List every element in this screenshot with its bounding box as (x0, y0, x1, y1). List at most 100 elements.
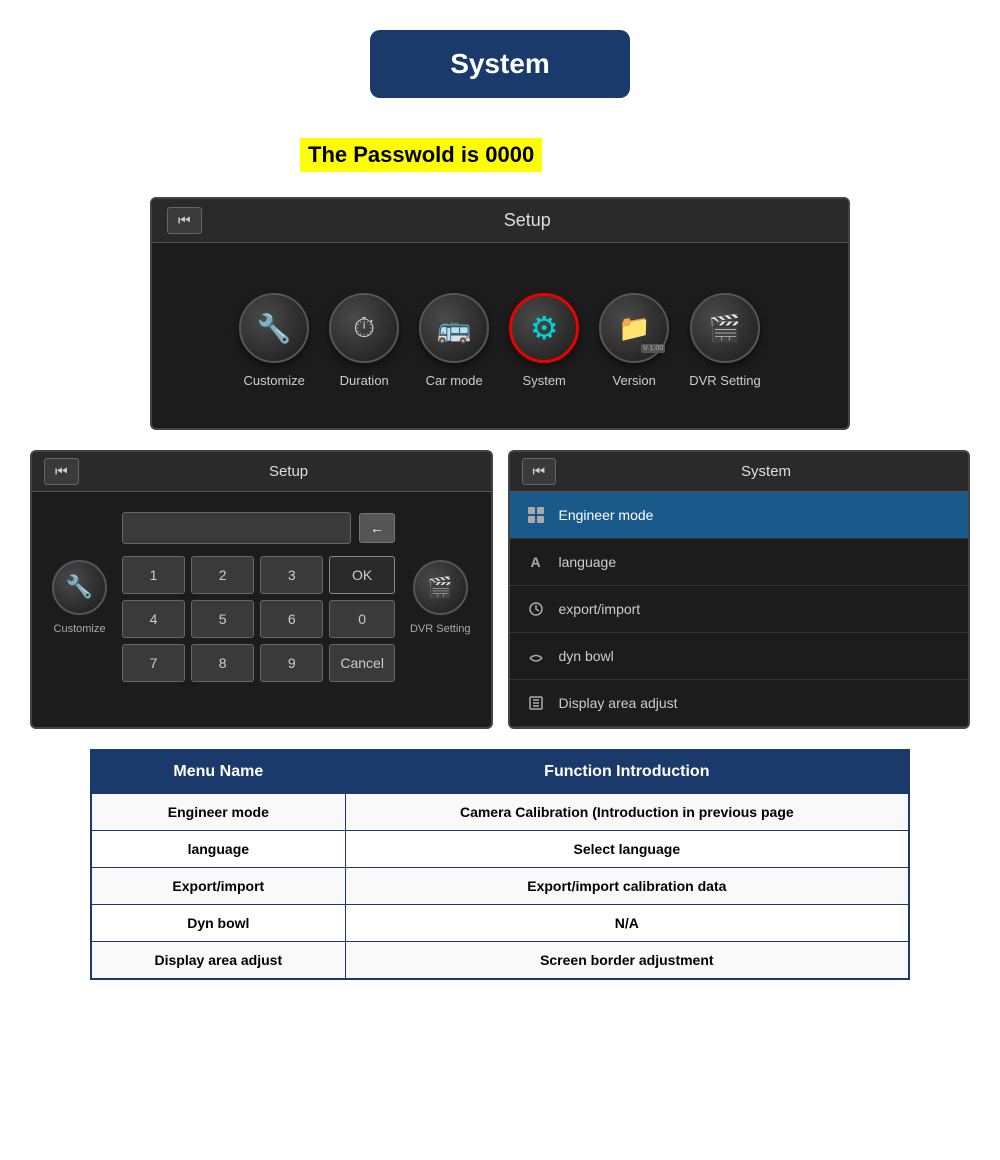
displayarea-label: Display area adjust (559, 695, 678, 711)
engineer-icon (525, 504, 547, 526)
num-4[interactable]: 4 (122, 600, 185, 638)
num-3[interactable]: 3 (260, 556, 323, 594)
version-icon-circle: V 1.00 (599, 293, 669, 363)
num-6[interactable]: 6 (260, 600, 323, 638)
dvr-icon-right: 🎬 DVR Setting (410, 560, 471, 635)
menu-item-language[interactable]: A language (510, 539, 969, 586)
col1-header: Menu Name (91, 750, 345, 794)
duration-icon (353, 312, 375, 345)
carmode-icon-circle (419, 293, 489, 363)
password-display: ← (122, 512, 395, 544)
icon-item-customize[interactable]: Customize (239, 293, 309, 388)
menu-item-engineer[interactable]: Engineer mode (510, 492, 969, 539)
table-row: Engineer modeCamera Calibration (Introdu… (91, 794, 909, 831)
customize-icon (257, 312, 292, 345)
cancel-button[interactable]: Cancel (329, 644, 395, 682)
system-label: System (523, 373, 566, 388)
table-cell-function: N/A (345, 905, 909, 942)
num-5[interactable]: 5 (191, 600, 254, 638)
setup-title-top: Setup (222, 210, 833, 231)
panel-right-title: System (576, 463, 956, 480)
displayarea-icon (525, 692, 547, 714)
password-note: The Passwold is 0000 (300, 138, 542, 172)
carmode-icon (437, 312, 472, 345)
num-8[interactable]: 8 (191, 644, 254, 682)
dvrsetting-icon-circle (690, 293, 760, 363)
page-title: System (450, 48, 550, 79)
left-customize-icon: 🔧 (52, 560, 107, 615)
customize-icon-circle (239, 293, 309, 363)
bottom-panels: ⏮ Setup 🔧 Customize ← 1 2 3 (30, 450, 970, 729)
setup-header: ⏮ Setup (152, 199, 848, 243)
setup-icons-area: Customize Duration Car mode System (152, 243, 848, 428)
numpad-area: ← 1 2 3 OK 4 5 6 0 7 8 9 Cancel (122, 512, 395, 682)
panel-left: ⏮ Setup 🔧 Customize ← 1 2 3 (30, 450, 493, 729)
num-2[interactable]: 2 (191, 556, 254, 594)
menu-item-displayarea[interactable]: Display area adjust (510, 680, 969, 727)
version-icon (618, 313, 650, 344)
panel-right-header: ⏮ System (510, 452, 969, 492)
left-customize-area: 🔧 Customize (52, 560, 107, 635)
left-customize-label: Customize (54, 623, 106, 635)
menu-item-exportimport[interactable]: export/import (510, 586, 969, 633)
icon-item-carmode[interactable]: Car mode (419, 293, 489, 388)
table-cell-name: Export/import (91, 868, 345, 905)
dynbowl-icon (525, 645, 547, 667)
table-cell-name: Dyn bowl (91, 905, 345, 942)
version-label: Version (613, 373, 656, 388)
system-icon (530, 309, 559, 347)
table-cell-function: Export/import calibration data (345, 868, 909, 905)
backspace-button[interactable]: ← (359, 513, 395, 543)
num-1[interactable]: 1 (122, 556, 185, 594)
num-7[interactable]: 7 (122, 644, 185, 682)
table-row: Display area adjustScreen border adjustm… (91, 942, 909, 980)
back-button-top[interactable]: ⏮ (167, 207, 202, 234)
panel-left-header: ⏮ Setup (32, 452, 491, 492)
duration-icon-circle (329, 293, 399, 363)
language-label: language (559, 554, 617, 570)
icon-item-dvrsetting[interactable]: DVR Setting (689, 293, 761, 388)
table-cell-function: Select language (345, 831, 909, 868)
title-box: System (370, 30, 630, 98)
table-row: languageSelect language (91, 831, 909, 868)
ok-button[interactable]: OK (329, 556, 395, 594)
system-icon-circle (509, 293, 579, 363)
panel-left-title: Setup (99, 463, 479, 480)
exportimport-label: export/import (559, 601, 641, 617)
engineer-label: Engineer mode (559, 507, 654, 523)
language-icon: A (525, 551, 547, 573)
page-header: System (0, 0, 1000, 118)
dynbowl-label: dyn bowl (559, 648, 614, 664)
back-button-right[interactable]: ⏮ (522, 458, 557, 485)
table-cell-function: Camera Calibration (Introduction in prev… (345, 794, 909, 831)
menu-item-dynbowl[interactable]: dyn bowl (510, 633, 969, 680)
system-menu: Engineer mode A language export/import d… (510, 492, 969, 727)
num-9[interactable]: 9 (260, 644, 323, 682)
password-input[interactable] (122, 512, 351, 544)
icon-item-duration[interactable]: Duration (329, 293, 399, 388)
exportimport-icon (525, 598, 547, 620)
table-cell-function: Screen border adjustment (345, 942, 909, 980)
info-table: Menu Name Function Introduction Engineer… (90, 749, 910, 980)
table-cell-name: language (91, 831, 345, 868)
version-badge: V 1.00 (641, 344, 665, 353)
icon-item-system[interactable]: System (509, 293, 579, 388)
back-button-left[interactable]: ⏮ (44, 458, 79, 485)
col2-header: Function Introduction (345, 750, 909, 794)
panel-right: ⏮ System Engineer mode A language export… (508, 450, 971, 729)
setup-screen-top: ⏮ Setup Customize Duration Car mode (150, 197, 850, 430)
dvrsetting-label: DVR Setting (689, 373, 761, 388)
carmode-label: Car mode (426, 373, 483, 388)
table-row: Dyn bowlN/A (91, 905, 909, 942)
numpad: 1 2 3 OK 4 5 6 0 7 8 9 Cancel (122, 556, 395, 682)
icon-item-version[interactable]: V 1.00 Version (599, 293, 669, 388)
table-cell-name: Display area adjust (91, 942, 345, 980)
dvr-icon-small: 🎬 (413, 560, 468, 615)
table-cell-name: Engineer mode (91, 794, 345, 831)
panel-left-content: 🔧 Customize ← 1 2 3 OK 4 5 6 0 (32, 492, 491, 702)
customize-label: Customize (244, 373, 305, 388)
duration-label: Duration (340, 373, 389, 388)
dvr-label-small: DVR Setting (410, 623, 471, 635)
dvr-icon (709, 313, 741, 344)
num-0[interactable]: 0 (329, 600, 395, 638)
